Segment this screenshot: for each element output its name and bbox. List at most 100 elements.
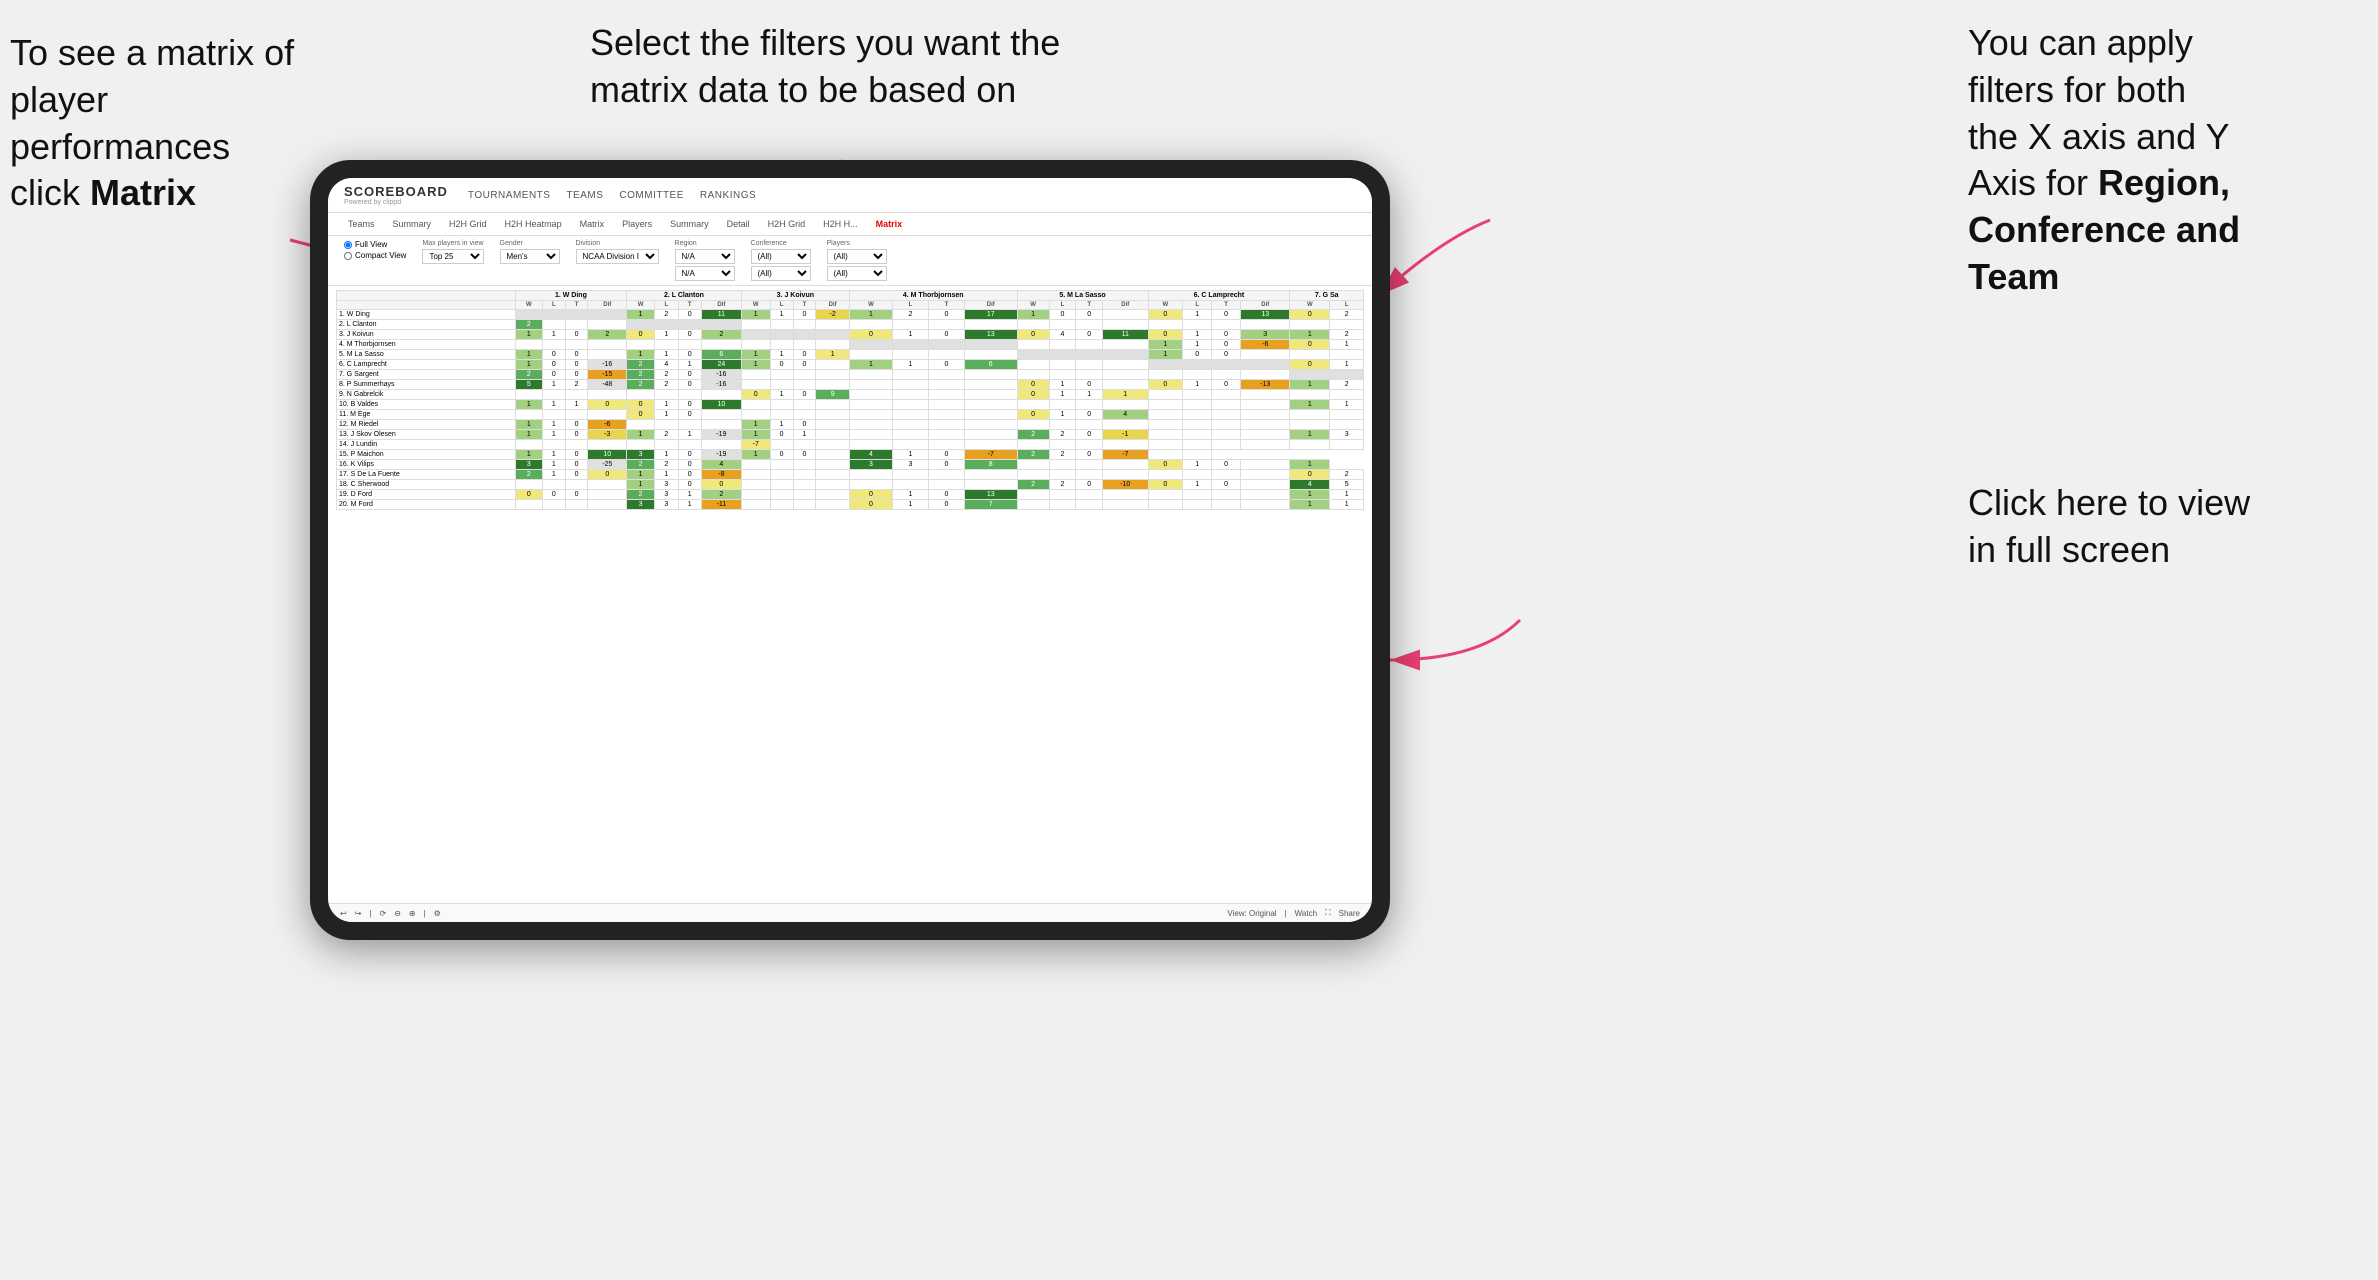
matrix-cell: 0 [1148, 480, 1183, 490]
conference-select-y[interactable]: (All) [751, 266, 811, 281]
sub-nav-h2h-heatmap[interactable]: H2H Heatmap [501, 217, 566, 231]
max-players-select[interactable]: Top 25 [422, 249, 483, 264]
gender-select[interactable]: Men's [500, 249, 560, 264]
matrix-cell [893, 390, 929, 400]
nav-teams[interactable]: TEAMS [566, 190, 603, 201]
matrix-cell [893, 350, 929, 360]
matrix-cell [816, 480, 849, 490]
sub-d3: Dif [816, 301, 849, 310]
matrix-cell [1241, 400, 1290, 410]
matrix-cell: 10 [588, 450, 627, 460]
nav-committee[interactable]: COMMITTEE [619, 190, 684, 201]
matrix-cell [1148, 410, 1183, 420]
matrix-cell [678, 440, 701, 450]
matrix-cell: -8 [701, 470, 741, 480]
matrix-cell: 1 [1330, 360, 1364, 370]
division-filter: Division NCAA Division I [576, 240, 659, 264]
toolbar-view-original[interactable]: View: Original [1227, 909, 1276, 918]
toolbar-zoom-out[interactable]: ⊖ [394, 909, 401, 918]
matrix-cell [1103, 490, 1148, 500]
region-select-x[interactable]: N/A [675, 249, 735, 264]
matrix-cell [1049, 460, 1076, 470]
toolbar-share[interactable]: Share [1339, 909, 1360, 918]
matrix-cell: 3 [655, 500, 678, 510]
player-name: 14. J Lundin [337, 440, 516, 450]
matrix-cell [964, 400, 1017, 410]
toolbar-zoom-in[interactable]: ⊕ [409, 909, 416, 918]
matrix-cell: 1 [1290, 460, 1330, 470]
matrix-cell: 1 [543, 430, 566, 440]
sub-nav-h2h-h[interactable]: H2H H... [819, 217, 862, 231]
division-select[interactable]: NCAA Division I [576, 249, 659, 264]
matrix-cell: 1 [543, 470, 566, 480]
matrix-cell: 2 [515, 370, 542, 380]
matrix-cell [1212, 400, 1241, 410]
toolbar-undo[interactable]: ↩ [340, 909, 347, 918]
matrix-cell: 2 [565, 380, 588, 390]
matrix-cell: 0 [1017, 380, 1049, 390]
toolbar-redo[interactable]: ↪ [355, 909, 362, 918]
toolbar-fullscreen[interactable]: ⛶ [1325, 908, 1331, 918]
matrix-cell [1212, 440, 1241, 450]
matrix-cell [1017, 320, 1049, 330]
full-view-radio[interactable]: Full View [344, 240, 406, 249]
matrix-cell [1049, 340, 1076, 350]
tablet-screen: SCOREBOARD Powered by clippd TOURNAMENTS… [328, 178, 1372, 922]
sub-nav-players[interactable]: Players [618, 217, 656, 231]
matrix-cell: 1 [655, 450, 678, 460]
sub-nav-summary[interactable]: Summary [389, 217, 436, 231]
toolbar-watch[interactable]: Watch [1295, 909, 1317, 918]
matrix-cell [1103, 380, 1148, 390]
matrix-cell [816, 420, 849, 430]
conference-filter: Conference (All) (All) [751, 240, 811, 281]
players-select-y[interactable]: (All) [827, 266, 887, 281]
matrix-cell [964, 480, 1017, 490]
matrix-cell: 0 [543, 360, 566, 370]
matrix-cell [928, 320, 964, 330]
matrix-cell: 0 [1017, 410, 1049, 420]
sub-nav-matrix-players[interactable]: Matrix [576, 217, 609, 231]
matrix-cell [893, 430, 929, 440]
matrix-cell: -16 [701, 380, 741, 390]
matrix-cell: 3 [849, 460, 892, 470]
matrix-cell [1330, 420, 1364, 430]
matrix-cell [678, 390, 701, 400]
matrix-cell: 1 [1103, 390, 1148, 400]
nav-tournaments[interactable]: TOURNAMENTS [468, 190, 551, 201]
sub-nav-h2h-grid[interactable]: H2H Grid [445, 217, 491, 231]
sub-nav-teams[interactable]: Teams [344, 217, 379, 231]
sub-w2: W [627, 301, 655, 310]
main-nav: TOURNAMENTS TEAMS COMMITTEE RANKINGS [468, 190, 756, 201]
matrix-cell [565, 440, 588, 450]
sub-nav-summary2[interactable]: Summary [666, 217, 713, 231]
scoreboard-logo: SCOREBOARD Powered by clippd [344, 184, 448, 206]
matrix-cell: -19 [701, 430, 741, 440]
matrix-cell: 0 [565, 350, 588, 360]
nav-rankings[interactable]: RANKINGS [700, 190, 756, 201]
conference-select-x[interactable]: (All) [751, 249, 811, 264]
matrix-cell: 0 [793, 350, 816, 360]
matrix-cell [849, 480, 892, 490]
matrix-cell: 1 [655, 350, 678, 360]
matrix-cell [1183, 500, 1212, 510]
matrix-cell: 1 [655, 330, 678, 340]
table-row: 11. M Ege0100104 [337, 410, 1364, 420]
matrix-cell [1103, 360, 1148, 370]
matrix-cell [816, 440, 849, 450]
matrix-cell [588, 440, 627, 450]
players-select-x[interactable]: (All) [827, 249, 887, 264]
matrix-cell [515, 480, 542, 490]
region-select-y[interactable]: N/A [675, 266, 735, 281]
matrix-cell: 1 [543, 400, 566, 410]
matrix-cell [543, 440, 566, 450]
toolbar-refresh[interactable]: ⟳ [379, 909, 386, 918]
matrix-cell [849, 390, 892, 400]
matrix-cell [928, 370, 964, 380]
sub-nav-h2h-grid2[interactable]: H2H Grid [764, 217, 810, 231]
toolbar-settings[interactable]: ⚙ [434, 909, 441, 918]
matrix-cell [964, 320, 1017, 330]
compact-view-radio[interactable]: Compact View [344, 251, 406, 260]
matrix-cell [588, 350, 627, 360]
sub-nav-detail[interactable]: Detail [723, 217, 754, 231]
sub-nav-matrix-active[interactable]: Matrix [872, 217, 907, 231]
